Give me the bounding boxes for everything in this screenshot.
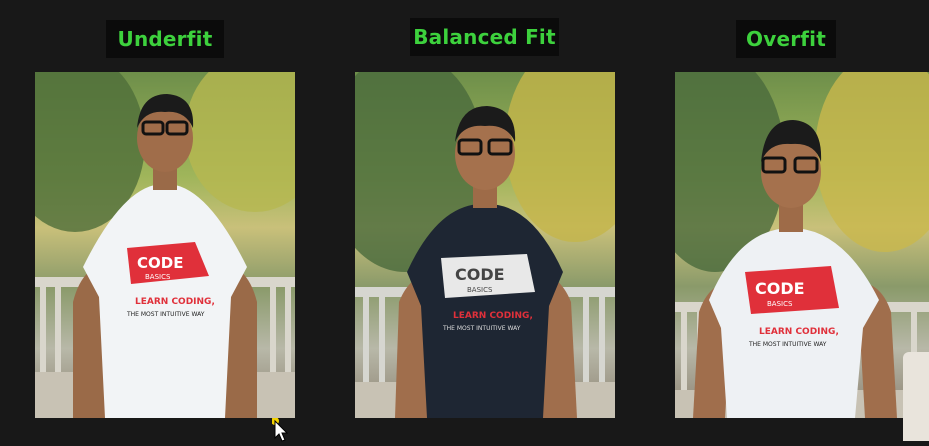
label-underfit: Underfit	[106, 20, 224, 58]
photo-balanced-fit: CODE BASICS LEARN CODING, THE MOST INTUI…	[355, 72, 615, 418]
logo-text-underfit: CODE	[137, 254, 183, 272]
mouse-cursor-icon	[271, 417, 290, 446]
logo-text-overfit: CODE	[755, 279, 805, 298]
person-overfit-illustration: CODE BASICS LEARN CODING, THE MOST INTUI…	[675, 72, 929, 418]
person-balanced-illustration: CODE BASICS LEARN CODING, THE MOST INTUI…	[355, 72, 615, 418]
photo-overfit: CODE BASICS LEARN CODING, THE MOST INTUI…	[675, 72, 929, 418]
label-overfit: Overfit	[736, 20, 836, 58]
slogan2-balanced: THE MOST INTUITIVE WAY	[442, 325, 521, 332]
side-object	[903, 352, 929, 441]
slogan1-overfit: LEARN CODING,	[759, 327, 839, 337]
logo-text-balanced: CODE	[455, 265, 505, 284]
person-underfit-illustration: CODE BASICS LEARN CODING, THE MOST INTUI…	[35, 72, 295, 418]
logo-sub-underfit: BASICS	[145, 273, 171, 281]
slogan2-overfit: THE MOST INTUITIVE WAY	[748, 341, 827, 348]
slogan2-underfit: THE MOST INTUITIVE WAY	[126, 311, 205, 318]
label-balanced-fit: Balanced Fit	[410, 18, 559, 56]
photo-underfit: CODE BASICS LEARN CODING, THE MOST INTUI…	[35, 72, 295, 418]
logo-sub-overfit: BASICS	[767, 300, 793, 308]
slogan1-balanced: LEARN CODING,	[453, 311, 533, 321]
slogan1-underfit: LEARN CODING,	[135, 297, 215, 307]
logo-sub-balanced: BASICS	[467, 286, 493, 294]
